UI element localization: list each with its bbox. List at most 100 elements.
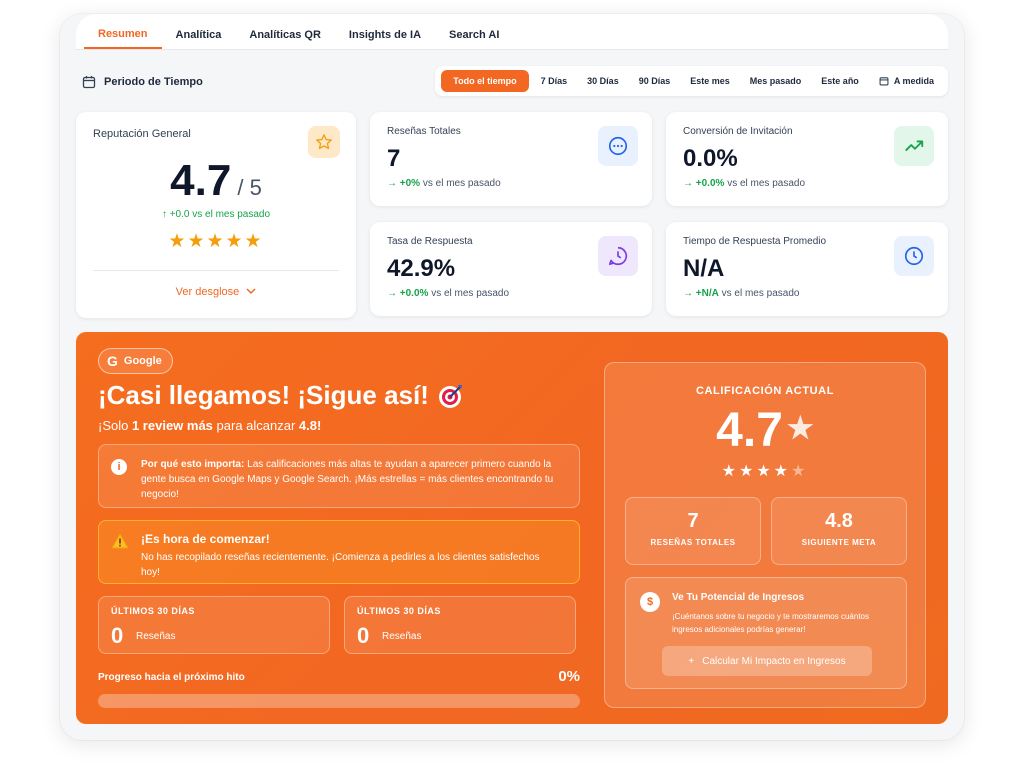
- divider: [93, 270, 339, 271]
- period-30-days[interactable]: 30 Días: [579, 70, 627, 92]
- box-label: SIGUIENTE META: [801, 538, 877, 547]
- period-90-days[interactable]: 90 Días: [631, 70, 679, 92]
- stat-change-value: +0.0%: [399, 288, 429, 299]
- chat-icon: [598, 126, 638, 166]
- period-label: Periodo de Tiempo: [104, 76, 203, 88]
- stat-value: 42.9%: [387, 255, 456, 282]
- last-30-days-box: ÚLTIMOS 30 DÍAS 0 Reseñas: [344, 596, 576, 654]
- tab-resumen[interactable]: Resumen: [84, 28, 162, 49]
- reputation-change: ↑ +0.0 vs el mes pasado: [161, 209, 271, 220]
- stat-change: → +0.0% vs el mes pasado: [683, 178, 806, 189]
- reputation-score: 4.7/ 5: [76, 156, 356, 206]
- revenue-potential-box: $ Ve Tu Potencial de Ingresos ¡Cuéntanos…: [625, 577, 907, 689]
- dollar-icon: $: [640, 592, 660, 612]
- period-selector: Todo el tiempo 7 Días 30 Días 90 Días Es…: [435, 66, 948, 96]
- banner-headline: ¡Casi llegamos! ¡Sigue así!: [98, 380, 429, 410]
- period-label-group: Periodo de Tiempo: [82, 75, 203, 89]
- reputation-card: Reputación General 4.7/ 5 ↑ +0.0 vs el m…: [76, 112, 356, 318]
- stars-empty: ★: [791, 463, 809, 480]
- mini-label: ÚLTIMOS 30 DÍAS: [111, 606, 195, 616]
- warning-title: ¡Es hora de comenzar!: [141, 532, 270, 546]
- stat-change-value: +0%: [399, 178, 421, 189]
- current-rating-panel: CALIFICACIÓN ACTUAL 4.7 ★ ★★★★★ 7 RESEÑAS…: [604, 362, 926, 708]
- banner-sub-prefix: ¡Solo: [98, 418, 132, 433]
- trending-up-icon: [894, 126, 934, 166]
- google-badge-label: Google: [123, 355, 162, 367]
- stat-change: → +0% vs el mes pasado: [387, 178, 501, 189]
- stat-title: Tasa de Respuesta: [387, 236, 473, 247]
- current-rating-value-row: 4.7 ★: [605, 403, 925, 458]
- total-reviews-box: 7 RESEÑAS TOTALES: [625, 497, 761, 565]
- period-custom-label: A medida: [893, 76, 934, 86]
- stat-change-suffix: vs el mes pasado: [422, 178, 501, 189]
- period-this-year[interactable]: Este año: [813, 70, 867, 92]
- banner-sub-target: 4.8!: [298, 418, 322, 433]
- stat-value: N/A: [683, 255, 725, 282]
- calendar-icon: [82, 76, 96, 89]
- progress-percent: 0%: [558, 668, 580, 685]
- banner-headline-row: ¡Casi llegamos! ¡Sigue así!: [98, 380, 465, 411]
- reputation-out-of: / 5: [237, 175, 262, 200]
- stat-value: 0.0%: [683, 145, 738, 172]
- stat-title: Reseñas Totales: [387, 126, 461, 137]
- google-badge: G Google: [98, 348, 173, 374]
- stat-title: Conversión de Invitación: [683, 126, 793, 137]
- stars-filled: ★★★★: [721, 463, 792, 480]
- stat-value: 7: [387, 145, 401, 172]
- google-icon: G: [107, 353, 118, 369]
- view-breakdown-label: Ver desglose: [175, 286, 240, 298]
- calendar-icon: [879, 77, 889, 86]
- stat-change-suffix: vs el mes pasado: [431, 288, 510, 299]
- info-icon: i: [111, 459, 127, 475]
- period-this-month[interactable]: Este mes: [682, 70, 738, 92]
- mini-label: ÚLTIMOS 30 DÍAS: [357, 606, 441, 616]
- potential-text: ¡Cuéntanos sobre tu negocio y te mostrar…: [672, 612, 869, 634]
- next-goal-box: 4.8 SIGUIENTE META: [771, 497, 907, 565]
- banner-sub-mid: para alcanzar: [212, 418, 299, 433]
- tab-analitica[interactable]: Analítica: [162, 29, 236, 49]
- tab-insights-ia[interactable]: Insights de IA: [335, 29, 435, 49]
- stat-change-value: +0.0%: [695, 178, 725, 189]
- calculate-impact-button[interactable]: + Calcular Mi Impacto en Ingresos: [662, 646, 872, 676]
- current-rating-label: CALIFICACIÓN ACTUAL: [695, 385, 835, 397]
- box-value: 4.8: [825, 510, 853, 532]
- last-30-days-box: ÚLTIMOS 30 DÍAS 0 Reseñas: [98, 596, 330, 654]
- progress-bar: [98, 694, 580, 708]
- banner-subtitle: ¡Solo 1 review más para alcanzar 4.8!: [98, 418, 321, 433]
- current-rating-stars: ★★★★★: [605, 461, 925, 481]
- period-last-month[interactable]: Mes pasado: [742, 70, 810, 92]
- mini-value: 0: [357, 623, 370, 648]
- tab-analiticas-qr[interactable]: Analíticas QR: [235, 29, 335, 49]
- chevron-down-icon: [246, 288, 256, 295]
- box-label: RESEÑAS TOTALES: [650, 538, 736, 547]
- warning-text: No has recopilado reseñas recientemente.…: [141, 552, 540, 578]
- tab-search-ai[interactable]: Search AI: [435, 29, 513, 49]
- calculate-impact-label: Calcular Mi Impacto en Ingresos: [702, 655, 846, 667]
- period-all-time[interactable]: Todo el tiempo: [441, 70, 529, 92]
- stat-card-total-reviews: Reseñas Totales 7 → +0% vs el mes pasado: [370, 112, 652, 206]
- dashboard-frame: Resumen Analítica Analíticas QR Insights…: [60, 14, 964, 740]
- tab-bar: Resumen Analítica Analíticas QR Insights…: [76, 14, 948, 50]
- period-custom[interactable]: A medida: [871, 70, 942, 92]
- view-breakdown-link[interactable]: Ver desglose: [76, 286, 356, 298]
- plus-icon: +: [688, 655, 695, 667]
- reputation-stars: ★★★★★: [168, 231, 264, 252]
- target-icon: [438, 384, 462, 408]
- reputation-value: 4.7: [170, 156, 232, 205]
- stat-title: Tiempo de Respuesta Promedio: [683, 236, 827, 247]
- mini-unit: Reseñas: [382, 631, 422, 642]
- info-text: Por qué esto importa: Las calificaciones…: [141, 457, 561, 502]
- potential-title: Ve Tu Potencial de Ingresos: [672, 592, 805, 603]
- star-icon: [308, 126, 340, 158]
- stat-card-avg-response-time: Tiempo de Respuesta Promedio N/A → +N/A …: [666, 222, 948, 316]
- banner-sub-bold: 1 review más: [131, 418, 213, 433]
- mini-unit: Reseñas: [136, 631, 176, 642]
- stat-change-value: +N/A: [695, 288, 719, 299]
- progress-label: Progreso hacia el próximo hito: [98, 672, 245, 683]
- mini-value: 0: [111, 623, 124, 648]
- clock-icon: [894, 236, 934, 276]
- info-bold: Por qué esto importa:: [141, 459, 245, 470]
- stat-change-suffix: vs el mes pasado: [721, 288, 800, 299]
- period-7-days[interactable]: 7 Días: [533, 70, 576, 92]
- info-box: i Por qué esto importa: Las calificacion…: [98, 444, 580, 508]
